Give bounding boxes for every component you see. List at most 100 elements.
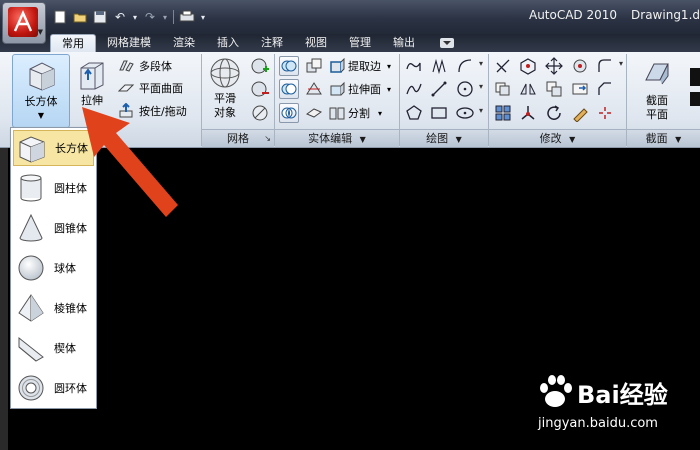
separate-icon xyxy=(328,104,346,122)
box-button[interactable]: 长方体 ▼ xyxy=(12,54,70,128)
smooth-sphere-icon xyxy=(210,58,240,88)
dropdown-item-sphere[interactable]: 球体 xyxy=(13,250,94,286)
tab-view[interactable]: 视图 xyxy=(294,34,338,52)
mesh-add-crease-icon[interactable] xyxy=(250,56,270,76)
rotate-icon[interactable] xyxy=(544,103,564,123)
mesh-panel-title[interactable]: 网格 ↘ xyxy=(202,129,274,147)
section-panel-title[interactable]: 截面 ▼ xyxy=(627,129,700,147)
tab-render[interactable]: 渲染 xyxy=(162,34,206,52)
plot-icon[interactable] xyxy=(177,8,197,26)
dropdown-item-pyramid[interactable]: 棱锥体 xyxy=(13,290,94,326)
dropdown-item-label: 楔体 xyxy=(54,342,76,355)
redo-icon[interactable]: ↷ xyxy=(140,8,160,26)
interfere-icon[interactable] xyxy=(304,56,324,76)
extrude-icon xyxy=(80,62,104,90)
mirror-icon[interactable] xyxy=(518,79,538,99)
draw-panel-title[interactable]: 绘图 ▼ xyxy=(400,129,488,147)
arc-icon[interactable] xyxy=(455,56,483,76)
box-icon xyxy=(29,62,55,91)
app-title: AutoCAD 2010 xyxy=(528,8,618,22)
ellipse-icon[interactable] xyxy=(455,103,483,123)
spline-icon[interactable] xyxy=(404,79,424,99)
tab-mesh-modeling[interactable]: 网格建模 xyxy=(96,34,162,52)
autocad-logo-icon xyxy=(8,7,38,37)
redo-dropdown-icon[interactable]: ▾ xyxy=(160,8,170,26)
dropdown-item-wedge[interactable]: 楔体 xyxy=(13,330,94,366)
section-line1: 截面 xyxy=(646,94,668,107)
cylinder-icon xyxy=(13,171,49,205)
save-icon[interactable] xyxy=(90,8,110,26)
section-plane-icon xyxy=(645,63,669,85)
panel-launcher-icon[interactable]: ↘ xyxy=(264,130,271,147)
annotation-arrow xyxy=(82,107,178,217)
minimize-ribbon-icon[interactable] xyxy=(440,38,454,48)
modify-panel-title[interactable]: 修改 ▼ xyxy=(489,129,626,147)
subtract-icon[interactable] xyxy=(279,79,299,99)
polysolid-button[interactable]: 多段体 xyxy=(117,56,172,76)
more-panels-indicator xyxy=(690,68,700,86)
separate-button[interactable]: 分割 ▾ xyxy=(328,103,382,123)
union-icon[interactable] xyxy=(279,56,299,76)
polygon-icon[interactable] xyxy=(404,103,424,123)
line-icon[interactable] xyxy=(429,79,449,99)
chamfer-icon[interactable] xyxy=(595,79,615,99)
tab-output[interactable]: 输出 xyxy=(382,34,426,52)
stretch-icon[interactable] xyxy=(570,79,590,99)
circle-icon[interactable] xyxy=(455,79,483,99)
title-bar: ↶ ▾ ↷ ▾ ▾ AutoCAD 2010 Drawing1.d xyxy=(0,0,700,34)
planar-surface-label: 平面曲面 xyxy=(139,82,183,95)
box-label: 长方体 xyxy=(24,95,58,108)
application-menu-button[interactable]: ▼ xyxy=(2,2,46,44)
mesh-remove-crease-icon[interactable] xyxy=(250,79,270,99)
scale-icon[interactable] xyxy=(570,56,590,76)
array-icon[interactable] xyxy=(493,103,513,123)
slice-icon[interactable] xyxy=(304,79,324,99)
smooth-line2: 对象 xyxy=(214,106,236,119)
polysolid-label: 多段体 xyxy=(139,60,172,73)
solid-editing-panel-title[interactable]: 实体编辑 ▼ xyxy=(275,129,399,147)
trim-icon[interactable] xyxy=(493,56,513,76)
tab-manage[interactable]: 管理 xyxy=(338,34,382,52)
smooth-line1: 平滑 xyxy=(214,92,236,105)
smooth-object-button[interactable]: 平滑 对象 xyxy=(203,54,247,128)
extract-edges-button[interactable]: 提取边 ▾ xyxy=(328,56,391,76)
3d-rotate-icon[interactable] xyxy=(518,56,538,76)
thicken-icon[interactable] xyxy=(304,103,324,123)
polysolid-icon xyxy=(117,57,135,75)
tab-annotate[interactable]: 注释 xyxy=(250,34,294,52)
helix-icon[interactable] xyxy=(429,56,449,76)
undo-dropdown-icon[interactable]: ▾ xyxy=(130,8,140,26)
offset-icon[interactable] xyxy=(493,79,513,99)
chevron-down-icon: ▼ xyxy=(37,111,45,120)
copy-icon[interactable] xyxy=(544,79,564,99)
new-file-icon[interactable] xyxy=(50,8,70,26)
explode-icon[interactable] xyxy=(595,103,615,123)
move-icon[interactable] xyxy=(544,56,564,76)
tab-home[interactable]: 常用 xyxy=(50,34,96,52)
erase-icon[interactable] xyxy=(570,103,590,123)
intersect-icon[interactable] xyxy=(279,103,299,123)
extract-edges-label: 提取边 xyxy=(348,60,381,73)
solid-editing-panel-label: 实体编辑 xyxy=(308,132,353,145)
dropdown-item-torus[interactable]: 圆环体 xyxy=(13,370,94,406)
chevron-down-icon: ▼ xyxy=(359,135,366,144)
chevron-down-icon[interactable]: ▾ xyxy=(387,62,391,71)
modify-panel-label: 修改 xyxy=(539,132,562,145)
extrude-faces-button[interactable]: 拉伸面 ▾ xyxy=(328,79,391,99)
polyline-icon[interactable] xyxy=(404,56,424,76)
tab-insert[interactable]: 插入 xyxy=(206,34,250,52)
3d-align-icon[interactable] xyxy=(518,103,538,123)
fillet-icon[interactable] xyxy=(595,56,623,76)
chevron-down-icon[interactable]: ▾ xyxy=(387,85,391,94)
customize-toolbar-icon[interactable]: ▾ xyxy=(197,8,209,26)
cone-icon xyxy=(13,211,49,245)
chevron-down-icon: ▼ xyxy=(569,135,576,144)
file-name: Drawing1.d xyxy=(631,8,700,22)
mesh-refine-icon[interactable] xyxy=(250,103,270,123)
section-panel-label: 截面 xyxy=(645,132,668,145)
rectangle-icon[interactable] xyxy=(429,103,449,123)
undo-icon[interactable]: ↶ xyxy=(110,8,130,26)
open-folder-icon[interactable] xyxy=(70,8,90,26)
chevron-down-icon[interactable]: ▾ xyxy=(378,109,382,118)
section-plane-button[interactable]: 截面 平面 xyxy=(632,54,682,128)
